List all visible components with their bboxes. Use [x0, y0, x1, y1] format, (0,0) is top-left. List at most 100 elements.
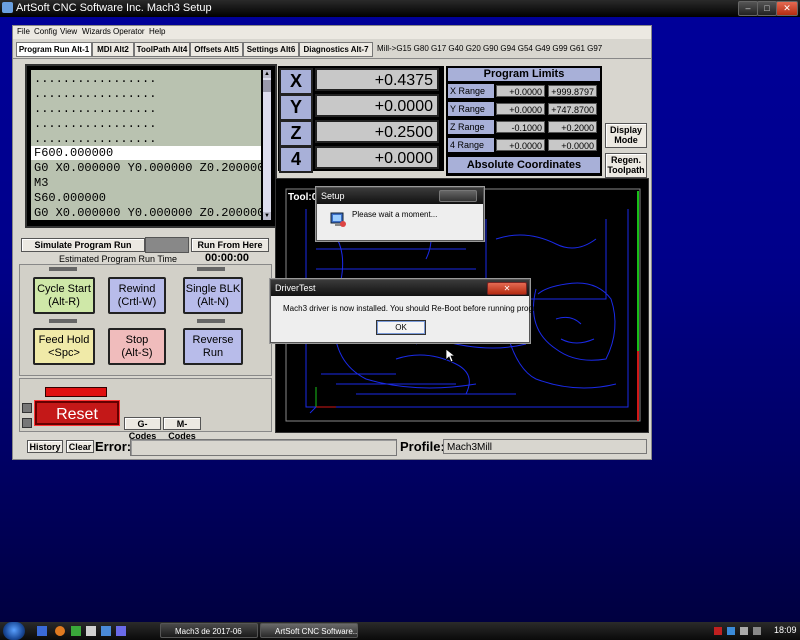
error-label: Error: [95, 439, 132, 454]
maximize-button[interactable]: □ [757, 1, 777, 16]
gcode-line: ................. [34, 102, 157, 116]
program-limits-panel: Program Limits X Range +0.0000 +999.8797… [446, 66, 602, 176]
close-button[interactable]: ✕ [776, 1, 798, 16]
z-range-max: +0.2000 [548, 121, 597, 133]
setup-dialog: Setup Please wait a moment... [316, 187, 484, 241]
installer-icon [329, 210, 347, 228]
dro-x-value[interactable]: +0.4375 [315, 68, 439, 91]
dro-4-value[interactable]: +0.0000 [315, 146, 439, 169]
quicklaunch-app4-icon[interactable] [116, 626, 126, 636]
reverse-run-button[interactable]: Reverse Run [183, 328, 243, 365]
reverse-run-label-2: Run [202, 347, 224, 359]
x-range-label: X Range [448, 84, 494, 98]
menu-file[interactable]: File [17, 27, 30, 36]
tool-number-label: Tool:0 [288, 192, 318, 203]
gcode-line: M3 [34, 176, 49, 190]
run-from-here-button[interactable]: Run From Here [191, 238, 269, 252]
dro-y-value[interactable]: +0.0000 [315, 94, 439, 117]
reverse-run-led [197, 319, 225, 323]
dro-x-label: X [279, 68, 313, 95]
drivertest-message: Mach3 driver is now installed. You shoul… [283, 304, 571, 313]
simulate-program-run-button[interactable]: Simulate Program Run [21, 238, 145, 252]
feed-hold-button[interactable]: Feed Hold <Spc> [33, 328, 95, 365]
gcode-listing[interactable]: ................. ................. ....… [31, 70, 261, 220]
y-range-max: +747.8700 [548, 103, 597, 115]
profile-field: Mach3Mill [443, 439, 647, 454]
quicklaunch-app2-icon[interactable] [86, 626, 96, 636]
stop-button[interactable]: Stop (Alt-S) [108, 328, 166, 365]
gcode-line: ................. [34, 117, 157, 131]
simulate-led [145, 237, 189, 253]
gcode-line: ................. [34, 132, 157, 146]
reverse-run-label: Reverse [192, 334, 234, 346]
menu-operator[interactable]: Operator [113, 27, 145, 36]
menu-view[interactable]: View [60, 27, 77, 36]
title-bar[interactable]: ArtSoft CNC Software Inc. Mach3 Setup – … [0, 0, 800, 17]
y-range-min: +0.0000 [496, 103, 545, 115]
start-button[interactable] [3, 622, 25, 640]
regen-toolpath-button[interactable]: Regen. Toolpath [605, 153, 647, 178]
quicklaunch-desktop-icon[interactable] [37, 626, 47, 636]
stop-label: Stop [125, 334, 149, 346]
absolute-coordinates-button[interactable]: Absolute Coordinates [448, 157, 600, 173]
volume-icon[interactable] [753, 627, 761, 635]
tray-icon-3[interactable] [740, 627, 748, 635]
tab-toolpath[interactable]: ToolPath Alt4 [134, 42, 190, 57]
estimated-run-time-value: 00:00:00 [205, 252, 250, 264]
cycle-start-led [49, 267, 77, 271]
dro-z-value[interactable]: +0.2500 [315, 120, 439, 143]
tab-diagnostics[interactable]: Diagnostics Alt-7 [299, 42, 373, 57]
minimize-button[interactable]: – [738, 1, 758, 16]
tray-icon-2[interactable] [727, 627, 735, 635]
z-range-label: Z Range [448, 120, 494, 134]
estimated-run-time-label: Estimated Program Run Time [59, 254, 178, 264]
single-block-label: Single BLK [185, 283, 241, 295]
4-range-min: +0.0000 [496, 139, 545, 151]
rewind-button[interactable]: Rewind (Crtl-W) [108, 277, 166, 314]
window-title: ArtSoft CNC Software Inc. Mach3 Setup [16, 2, 212, 14]
single-block-shortcut: (Alt-N) [197, 296, 229, 308]
reset-led [45, 387, 107, 397]
g-codes-button[interactable]: G-Codes [124, 417, 161, 441]
modal-gcodes-status: Mill->G15 G80 G17 G40 G20 G90 G94 G54 G4… [377, 44, 603, 53]
tray-icon-1[interactable] [714, 627, 722, 635]
drivertest-close-button[interactable]: ✕ [487, 282, 527, 295]
single-block-button[interactable]: Single BLK (Alt-N) [183, 277, 243, 314]
tab-mdi[interactable]: MDI Alt2 [92, 42, 134, 57]
feed-hold-label: Feed Hold [38, 334, 90, 346]
dro-4-label: 4 [279, 146, 313, 173]
reset-button[interactable]: Reset [34, 400, 120, 426]
history-button[interactable]: History [27, 440, 63, 453]
tab-program-run[interactable]: Program Run Alt-1 [16, 42, 92, 57]
display-mode-button[interactable]: Display Mode [605, 123, 647, 148]
cycle-start-button[interactable]: Cycle Start (Alt-R) [33, 277, 95, 314]
regen-label: Regen. [610, 155, 641, 165]
m-codes-button[interactable]: M-Codes [163, 417, 201, 441]
cycle-start-shortcut: (Alt-R) [48, 296, 80, 308]
display-mode-label: Display [609, 125, 642, 135]
reset-indicator-1 [22, 403, 32, 413]
tab-offsets[interactable]: Offsets Alt5 [190, 42, 243, 57]
quicklaunch-app3-icon[interactable] [101, 626, 111, 636]
ok-button[interactable]: OK [376, 320, 426, 335]
menu-config[interactable]: Config [34, 27, 57, 36]
reset-indicator-2 [22, 418, 32, 428]
gcode-scrollbar[interactable]: ▲ ▼ [263, 70, 271, 220]
bottom-bar: History Clear Error: Profile: Mach3Mill [15, 436, 649, 456]
setup-dialog-controls [439, 190, 477, 202]
feed-hold-led [49, 319, 77, 323]
clear-button[interactable]: Clear [66, 440, 94, 453]
rewind-label: Rewind [118, 283, 156, 295]
menu-wizards[interactable]: Wizards [82, 27, 111, 36]
quicklaunch-app-icon[interactable] [71, 626, 81, 636]
scroll-down-icon[interactable]: ▼ [263, 212, 271, 220]
gcode-line: S60.000000 [34, 191, 107, 205]
taskbar-item-artsoft[interactable]: ArtSoft CNC Software... [260, 623, 358, 638]
menu-help[interactable]: Help [149, 27, 165, 36]
tab-settings[interactable]: Settings Alt6 [243, 42, 299, 57]
scroll-thumb[interactable] [263, 80, 271, 92]
quicklaunch-firefox-icon[interactable] [55, 626, 65, 636]
scroll-up-icon[interactable]: ▲ [263, 70, 271, 78]
taskbar: Mach3 de 2017-06 ArtSoft CNC Software...… [0, 622, 800, 640]
taskbar-item-mach3-folder[interactable]: Mach3 de 2017-06 [160, 623, 258, 638]
